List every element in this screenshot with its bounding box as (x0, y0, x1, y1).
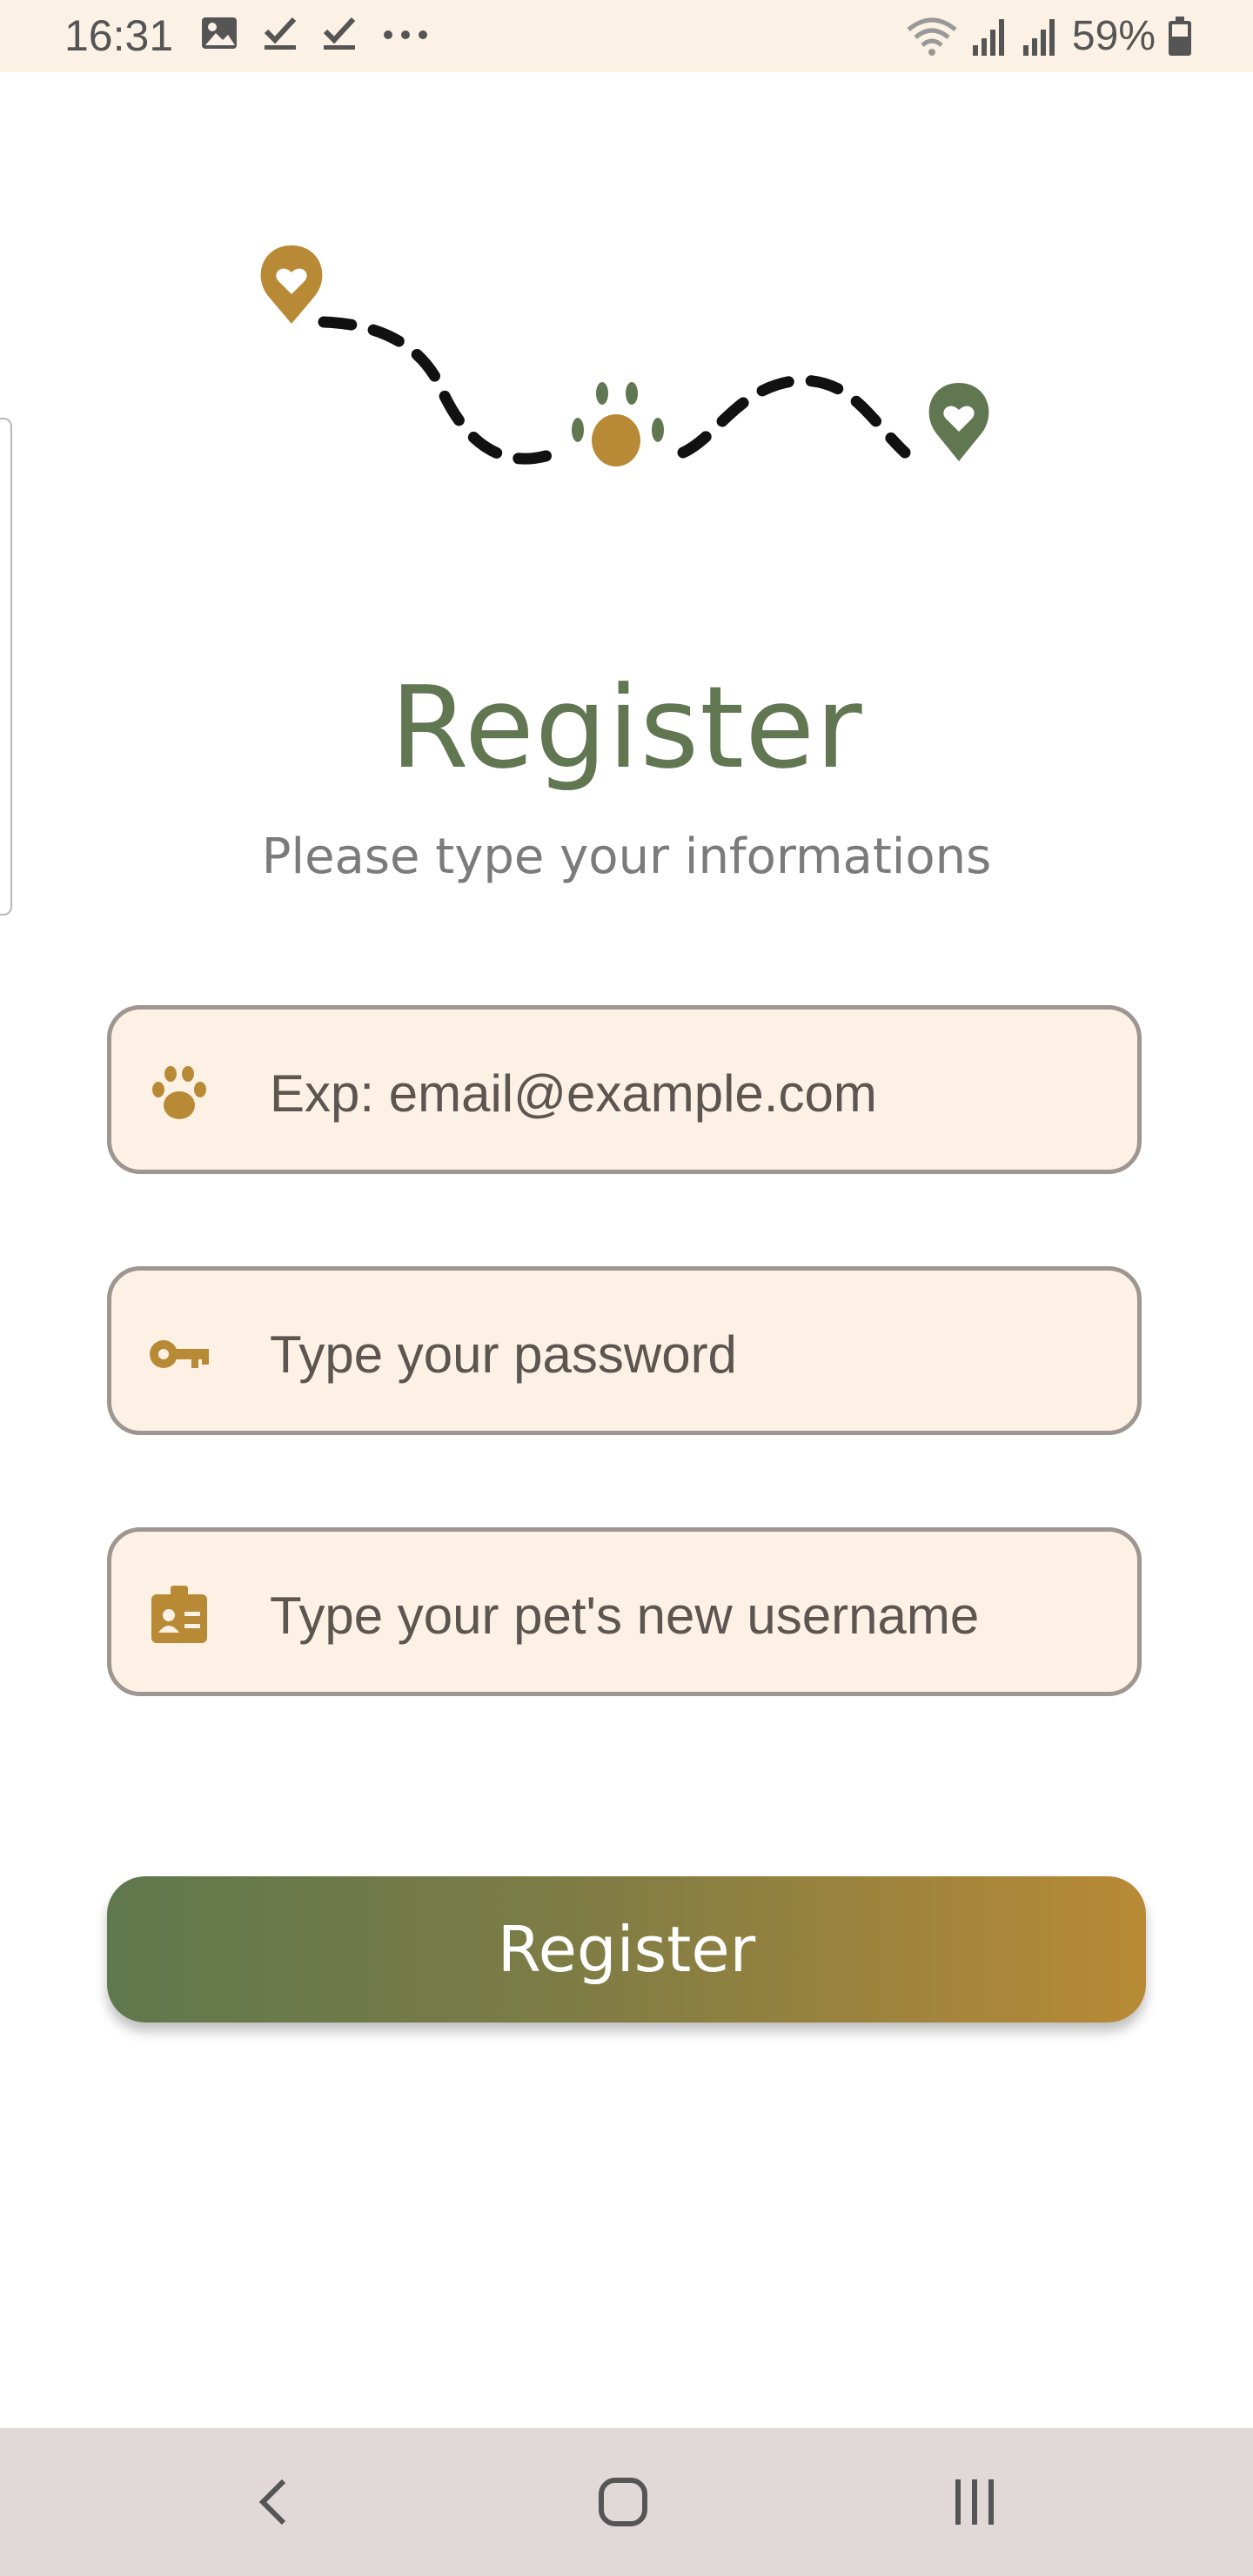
recents-icon (955, 2479, 994, 2525)
signal-icon (1022, 18, 1055, 56)
home-button[interactable] (571, 2463, 675, 2541)
location-pin-icon (260, 245, 323, 324)
more-icon (384, 30, 427, 39)
check-icon (264, 17, 297, 50)
badge-icon (151, 1586, 207, 1643)
page-subtitle: Please type your informations (261, 828, 992, 885)
home-icon (599, 2478, 647, 2526)
page-title: Register (390, 661, 863, 794)
status-bar: 16:31 59% (0, 0, 1253, 72)
paw-icon (152, 1066, 206, 1119)
check-icon (323, 17, 356, 50)
signal-icon (972, 18, 1004, 56)
status-time: 16:31 (64, 11, 174, 60)
email-input[interactable] (268, 1044, 1116, 1142)
back-button[interactable] (221, 2463, 325, 2541)
register-button[interactable]: Register (107, 1876, 1146, 2023)
wifi-icon (907, 17, 957, 56)
paw-print-icon (572, 382, 664, 466)
location-pin-icon (928, 383, 989, 461)
password-field[interactable] (107, 1266, 1142, 1435)
back-icon (258, 2479, 286, 2526)
paw-trail-illustration (260, 245, 989, 466)
navigation-bar (0, 2428, 1253, 2576)
password-input[interactable] (268, 1305, 1116, 1403)
battery-icon (1169, 16, 1191, 56)
email-field[interactable] (107, 1005, 1142, 1174)
key-icon (150, 1340, 209, 1368)
battery-percent: 59% (1071, 13, 1156, 59)
image-icon (202, 17, 237, 49)
system-icons: 59% (905, 12, 1192, 60)
recents-button[interactable] (922, 2463, 1027, 2541)
notification-icons (200, 16, 430, 50)
username-input[interactable] (268, 1566, 1116, 1664)
username-field[interactable] (107, 1527, 1142, 1696)
